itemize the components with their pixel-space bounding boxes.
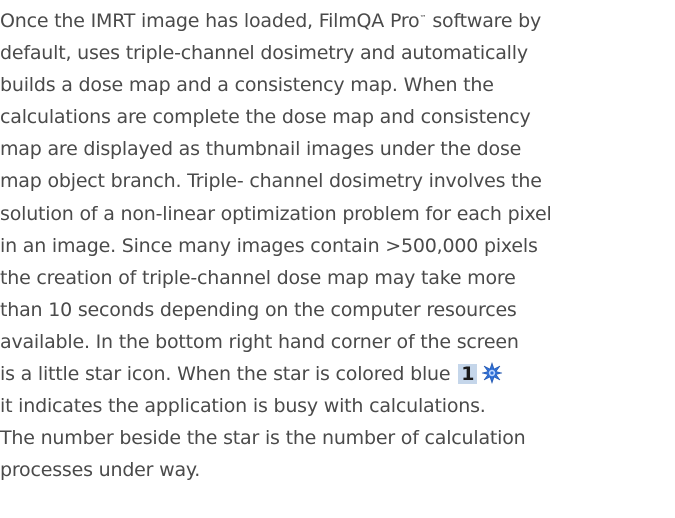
text-line-6: map object branch. Triple- channel dosim… bbox=[0, 170, 542, 193]
text-line-1: Once the IMRT image has loaded, FilmQA P… bbox=[0, 10, 542, 32]
text-line-5: map are displayed as thumbnail images un… bbox=[0, 138, 522, 161]
busy-count-badge: 1 bbox=[458, 364, 478, 385]
text-line-4: calculations are complete the dose map a… bbox=[0, 106, 531, 129]
text-line-15: processes under way. bbox=[0, 459, 201, 482]
text-line-3: builds a dose map and a consistency map.… bbox=[0, 74, 494, 97]
text-line-9: the creation of triple-channel dose map … bbox=[0, 266, 516, 289]
text-line-2: default, uses triple-channel dosimetry a… bbox=[0, 42, 528, 65]
text-line-13: it indicates the application is busy wit… bbox=[0, 395, 486, 418]
document-paragraph: Once the IMRT image has loaded, FilmQA P… bbox=[0, 2, 675, 486]
text-line-11: available. In the bottom right hand corn… bbox=[0, 330, 519, 353]
blue-star-busy-icon bbox=[481, 362, 503, 384]
text-line-8: in an image. Since many images contain >… bbox=[0, 234, 538, 257]
text-line-12: is a little star icon. When the star is … bbox=[0, 358, 675, 390]
text-line-10: than 10 seconds depending on the compute… bbox=[0, 298, 517, 321]
text-line-7: solution of a non-linear optimization pr… bbox=[0, 202, 552, 225]
text-line-14: The number beside the star is the number… bbox=[0, 427, 526, 450]
